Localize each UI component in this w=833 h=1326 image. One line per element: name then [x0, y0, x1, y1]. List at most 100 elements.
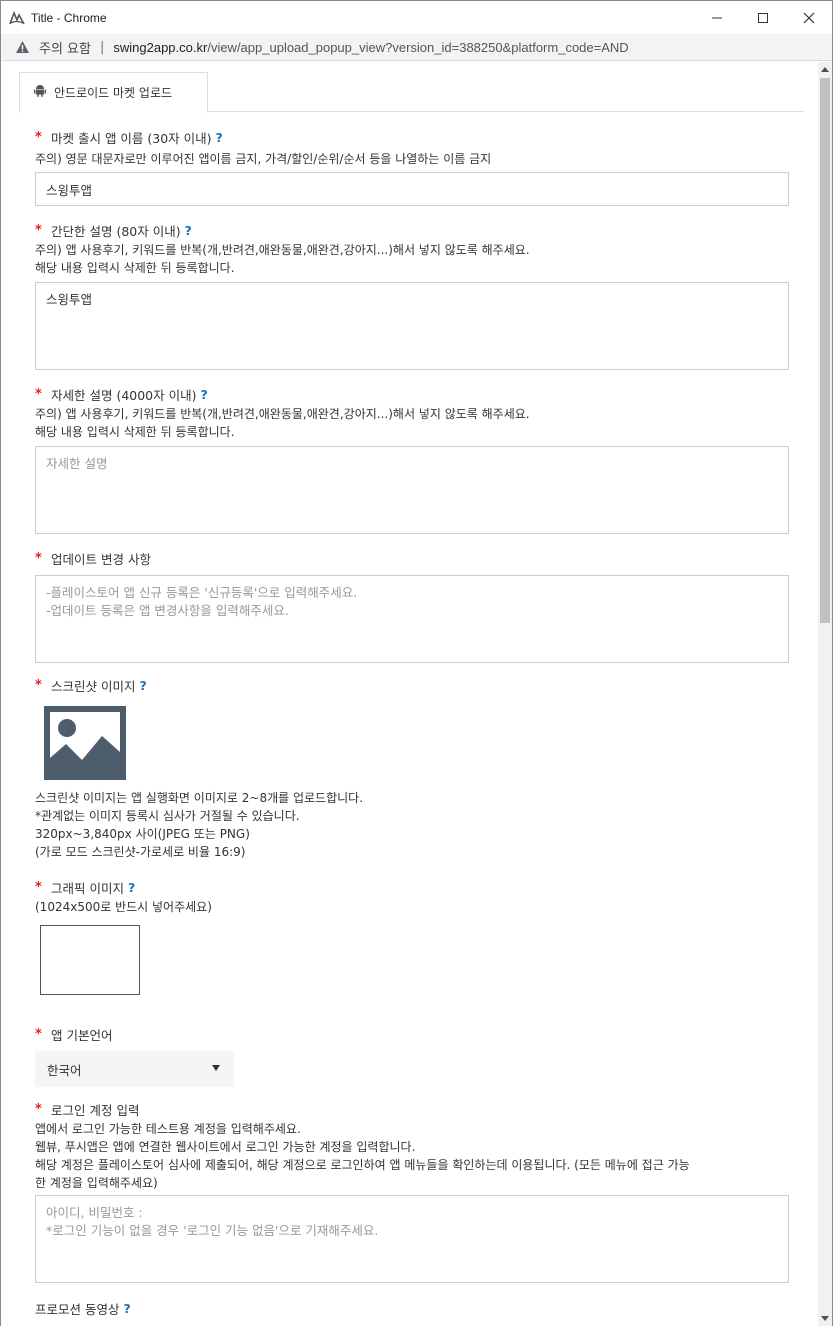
language-selected-value: 한국어	[47, 1062, 82, 1078]
short-desc-label: 간단한 설명 (80자 이내)	[51, 224, 181, 239]
url-path: /view/app_upload_popup_view?version_id=3…	[207, 39, 629, 55]
close-icon	[803, 12, 815, 23]
required-asterisk: *	[35, 678, 42, 693]
short-desc-help-button[interactable]: ?	[185, 223, 192, 238]
screenshot-notes: 스크린샷 이미지는 앱 실행화면 이미지로 2~8개를 업로드합니다. *관계없…	[35, 789, 363, 861]
update-notes-placeholder-2: -업데이트 등록은 앱 변경사항을 입력해주세요.	[46, 603, 289, 618]
screenshot-note-1: 스크린샷 이미지는 앱 실행화면 이미지로 2~8개를 업로드합니다.	[35, 791, 364, 805]
app-name-help-button[interactable]: ?	[216, 130, 223, 145]
required-asterisk: *	[35, 1102, 42, 1117]
app-name-label: 마켓 출시 앱 이름 (30자 이내)	[51, 131, 212, 146]
app-name-label-row: * 마켓 출시 앱 이름 (30자 이내) ?	[35, 128, 789, 147]
screenshot-label: 스크린샷 이미지	[51, 679, 136, 694]
login-note-2: 웹뷰, 푸시앱은 앱에 연결한 웹사이트에서 로그인 가능한 계정을 입력합니다…	[35, 1140, 416, 1154]
minimize-icon	[712, 17, 722, 18]
login-note-4: 한 계정을 입력해주세요)	[35, 1176, 158, 1190]
tab-android-upload[interactable]: 안드로이드 마켓 업로드	[19, 72, 208, 113]
screenshot-section: * 스크린샷 이미지 ?	[35, 676, 147, 695]
required-asterisk: *	[35, 223, 42, 238]
login-note-1: 앱에서 로그인 가능한 테스트용 계정을 입력해주세요.	[35, 1122, 301, 1136]
long-desc-note-2: 해당 내용 입력시 삭제한 뒤 등록합니다.	[35, 425, 235, 439]
window-controls	[694, 1, 832, 34]
short-desc-label-row: * 간단한 설명 (80자 이내) ?	[35, 221, 789, 240]
login-textarea[interactable]: 아이디, 비밀번호 : *로그인 기능이 없을 경우 '로그인 기능 없음'으로…	[35, 1195, 789, 1283]
update-notes-section: * 업데이트 변경 사항 -플레이스토어 앱 신규 등록은 '신규등록'으로 입…	[35, 549, 789, 663]
scrollbar-thumb[interactable]	[820, 78, 830, 623]
minimize-button[interactable]	[694, 1, 740, 34]
promo-video-label: 프로모션 동영상	[35, 1302, 120, 1317]
long-desc-label-row: * 자세한 설명 (4000자 이내) ?	[35, 385, 789, 404]
required-asterisk: *	[35, 130, 42, 145]
scroll-up-arrow-icon[interactable]	[818, 62, 832, 77]
vertical-scrollbar[interactable]	[818, 62, 832, 1326]
screenshot-note-3: 320px~3,840px 사이(JPEG 또는 PNG)	[35, 827, 250, 841]
title-bar: Title - Chrome	[1, 1, 832, 34]
screenshot-label-row: * 스크린샷 이미지 ?	[35, 676, 147, 695]
update-notes-textarea[interactable]: -플레이스토어 앱 신규 등록은 '신규등록'으로 입력해주세요. -업데이트 …	[35, 575, 789, 663]
short-desc-textarea[interactable]: 스윙투앱	[35, 282, 789, 370]
long-desc-note-1: 주의) 앱 사용후기, 키워드를 반복(개,반려견,애완동물,애완견,강아지..…	[35, 407, 530, 421]
app-name-note: 주의) 영문 대문자로만 이루어진 앱이름 금지, 가격/할인/순위/순서 등을…	[35, 152, 492, 166]
graphic-label: 그래픽 이미지	[51, 881, 124, 896]
promo-video-section: 프로모션 동영상 ?	[35, 1299, 131, 1318]
graphic-note: (1024x500로 반드시 넣어주세요)	[35, 900, 212, 914]
screenshot-note-4: (가로 모드 스크린샷-가로세로 비율 16:9)	[35, 845, 246, 859]
login-label: 로그인 계정 입력	[51, 1103, 140, 1118]
login-placeholder-1: 아이디, 비밀번호 :	[46, 1205, 143, 1220]
graphic-preview	[40, 925, 140, 995]
promo-video-help-button[interactable]: ?	[123, 1301, 130, 1316]
short-desc-note-1: 주의) 앱 사용후기, 키워드를 반복(개,반려견,애완동물,애완견,강아지..…	[35, 243, 530, 257]
language-label-row: * 앱 기본언어	[35, 1025, 234, 1044]
long-desc-label: 자세한 설명 (4000자 이내)	[51, 388, 197, 403]
language-section: * 앱 기본언어 한국어	[35, 1025, 234, 1087]
url-text[interactable]: swing2app.co.kr/view/app_upload_popup_vi…	[113, 40, 628, 55]
screenshot-note-2: *관계없는 이미지 등록시 심사가 거절될 수 있습니다.	[35, 809, 300, 823]
browser-window: Title - Chrome 주의 요함 | swing2app.co.kr/v…	[0, 0, 833, 1326]
update-notes-label: 업데이트 변경 사항	[51, 552, 151, 567]
maximize-button[interactable]	[740, 1, 786, 34]
tab-bar: 안드로이드 마켓 업로드	[19, 72, 804, 113]
address-separator: |	[99, 39, 105, 55]
long-desc-placeholder: 자세한 설명	[46, 456, 108, 471]
url-host: swing2app.co.kr	[113, 39, 208, 55]
app-logo-icon	[8, 9, 26, 27]
login-placeholder-2: *로그인 기능이 없을 경우 '로그인 기능 없음'으로 기재해주세요.	[46, 1223, 379, 1238]
scroll-down-arrow-icon[interactable]	[818, 1311, 832, 1326]
tab-label: 안드로이드 마켓 업로드	[54, 86, 173, 100]
long-desc-help-button[interactable]: ?	[201, 387, 208, 402]
required-asterisk: *	[35, 880, 42, 895]
long-desc-section: * 자세한 설명 (4000자 이내) ? 주의) 앱 사용후기, 키워드를 반…	[35, 385, 789, 534]
warning-icon[interactable]	[15, 39, 31, 55]
maximize-icon	[758, 12, 768, 23]
required-asterisk: *	[35, 551, 42, 566]
android-icon	[34, 84, 46, 101]
graphic-label-row: * 그래픽 이미지 ?	[35, 878, 212, 897]
window-title: Title - Chrome	[31, 10, 107, 25]
promo-video-label-row: 프로모션 동영상 ?	[35, 1299, 131, 1318]
language-select[interactable]: 한국어	[35, 1051, 234, 1087]
required-asterisk: *	[35, 1027, 42, 1042]
required-asterisk: *	[35, 387, 42, 402]
close-button[interactable]	[786, 1, 832, 34]
long-desc-textarea[interactable]: 자세한 설명	[35, 446, 789, 534]
address-bar[interactable]: 주의 요함 | swing2app.co.kr/view/app_upload_…	[1, 34, 832, 61]
update-notes-placeholder-1: -플레이스토어 앱 신규 등록은 '신규등록'으로 입력해주세요.	[46, 585, 358, 600]
image-placeholder-icon	[44, 706, 126, 780]
screenshot-upload-image[interactable]	[44, 706, 126, 784]
app-name-section: * 마켓 출시 앱 이름 (30자 이내) ? 주의) 영문 대문자로만 이루어…	[35, 128, 789, 206]
security-status[interactable]: 주의 요함	[39, 38, 91, 57]
language-label: 앱 기본언어	[51, 1028, 113, 1043]
update-notes-label-row: * 업데이트 변경 사항	[35, 549, 789, 568]
graphic-upload-box[interactable]	[40, 925, 140, 995]
page-viewport: 안드로이드 마켓 업로드 * 마켓 출시 앱 이름 (30자 이내) ? 주의)…	[1, 62, 818, 1326]
login-note-3: 해당 계정은 플레이스토어 심사에 제출되어, 해당 계정으로 로그인하여 앱 …	[35, 1158, 690, 1172]
login-section: * 로그인 계정 입력 앱에서 로그인 가능한 테스트용 계정을 입력해주세요.…	[35, 1100, 789, 1283]
short-desc-section: * 간단한 설명 (80자 이내) ? 주의) 앱 사용후기, 키워드를 반복(…	[35, 221, 789, 370]
login-label-row: * 로그인 계정 입력	[35, 1100, 789, 1119]
short-desc-note-2: 해당 내용 입력시 삭제한 뒤 등록합니다.	[35, 261, 235, 275]
app-name-input[interactable]: 스윙투앱	[35, 172, 789, 206]
dropdown-arrow-icon	[212, 1065, 220, 1071]
graphic-section: * 그래픽 이미지 ? (1024x500로 반드시 넣어주세요)	[35, 878, 212, 916]
graphic-help-button[interactable]: ?	[128, 880, 135, 895]
screenshot-help-button[interactable]: ?	[139, 678, 146, 693]
